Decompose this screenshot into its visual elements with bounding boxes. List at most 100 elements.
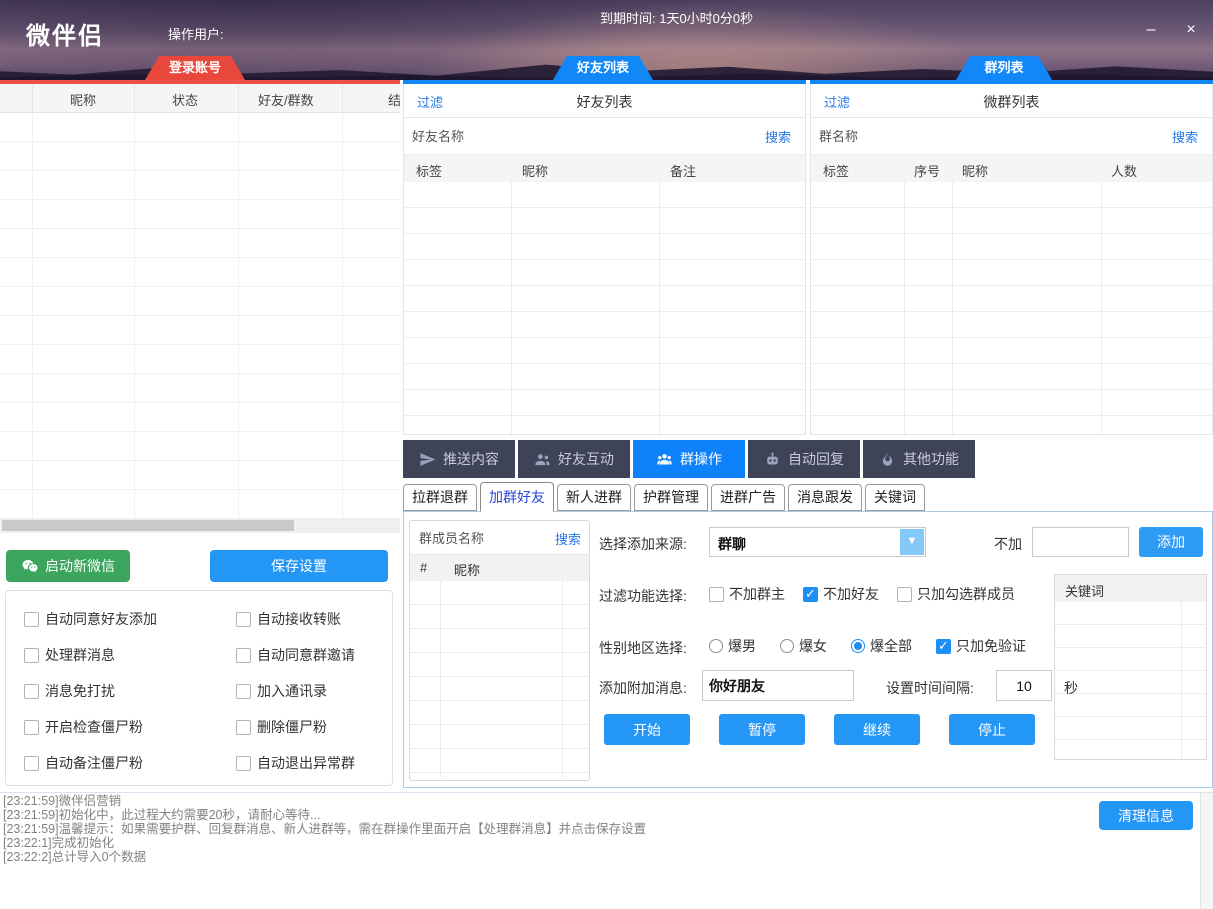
column-nickname: 昵称 xyxy=(454,560,480,579)
checkbox-icon xyxy=(936,639,951,654)
resume-button[interactable]: 继续 xyxy=(834,714,920,745)
tab-group-operation[interactable]: 群操作 xyxy=(633,440,745,478)
checkbox-icon xyxy=(236,648,251,663)
chevron-down-icon[interactable]: ▼ xyxy=(900,529,924,555)
checkbox-icon xyxy=(236,684,251,699)
radio-burst-male[interactable]: 爆男 xyxy=(709,636,756,656)
checkbox-delete-zombie-fans[interactable]: 删除僵尸粉 xyxy=(236,709,392,745)
subtab-message-follow[interactable]: 消息跟发 xyxy=(788,484,862,511)
source-dropdown[interactable]: 群聊 ▼ xyxy=(709,527,926,557)
option-only-verify-free[interactable]: 只加免验证 xyxy=(936,636,1026,656)
subtab-pull-quit-group[interactable]: 拉群退群 xyxy=(403,484,477,511)
tab-push-content[interactable]: 推送内容 xyxy=(403,440,515,478)
option-only-selected-members[interactable]: 只加勾选群成员 xyxy=(897,584,1015,604)
log-line: [23:22:1]完成初始化 xyxy=(3,836,646,850)
member-list-panel: 搜索 # 昵称 xyxy=(409,520,590,781)
log-scrollbar[interactable] xyxy=(1200,793,1213,909)
minimize-button[interactable]: – xyxy=(1138,18,1164,42)
flame-icon xyxy=(879,451,896,468)
scrollbar-thumb[interactable] xyxy=(2,520,294,531)
filter-function-label: 过滤功能选择: xyxy=(599,586,687,606)
subtab-group-guard[interactable]: 护群管理 xyxy=(634,484,708,511)
friends-search-input[interactable] xyxy=(410,123,714,149)
horizontal-scrollbar[interactable] xyxy=(0,518,400,533)
titlebar: 微伴侣 操作用户: 到期时间: 1天0小时0分0秒 – × 登录账号 好友列表 … xyxy=(0,0,1213,80)
source-value: 群聊 xyxy=(718,534,746,554)
checkbox-icon xyxy=(897,587,912,602)
send-icon xyxy=(419,451,436,468)
checkbox-icon xyxy=(236,612,251,627)
subtab-group-ads[interactable]: 进群广告 xyxy=(711,484,785,511)
friends-panel-title: 好友列表 xyxy=(404,92,805,112)
pause-button[interactable]: 暂停 xyxy=(719,714,805,745)
friends-search-button[interactable]: 搜索 xyxy=(765,127,791,146)
interval-label: 设置时间间隔: xyxy=(886,678,974,698)
checkbox-auto-receive-transfer[interactable]: 自动接收转账 xyxy=(236,601,392,637)
checkbox-auto-quit-abnormal-group[interactable]: 自动退出异常群 xyxy=(236,745,392,781)
keywords-panel: 关键词 xyxy=(1054,574,1207,760)
login-table-body xyxy=(0,113,400,518)
log-output: [23:21:59]微伴侣营销 [23:21:59]初始化中，此过程大约需要20… xyxy=(3,794,646,864)
tab-login-account[interactable]: 登录账号 xyxy=(145,56,245,80)
member-search-input[interactable] xyxy=(417,526,526,550)
log-panel: [23:21:59]微伴侣营销 [23:21:59]初始化中，此过程大约需要20… xyxy=(0,792,1213,909)
radio-burst-female[interactable]: 爆女 xyxy=(780,636,827,656)
member-search-button[interactable]: 搜索 xyxy=(555,529,581,548)
tab-other-functions[interactable]: 其他功能 xyxy=(863,440,975,478)
sub-tab-bar: 拉群退群 加群好友 新人进群 护群管理 进群广告 消息跟发 关键词 xyxy=(403,483,925,511)
groups-search-button[interactable]: 搜索 xyxy=(1172,127,1198,146)
exclude-input[interactable] xyxy=(1032,527,1129,557)
groups-table-header: 标签 序号 昵称 人数 xyxy=(811,155,1212,184)
wechat-icon xyxy=(21,557,39,575)
groups-search-input[interactable] xyxy=(817,123,1121,149)
column-end-time: 结束时间 xyxy=(388,90,400,113)
subtab-newcomer[interactable]: 新人进群 xyxy=(557,484,631,511)
column-remark: 备注 xyxy=(670,161,696,180)
clear-log-button[interactable]: 清理信息 xyxy=(1099,801,1193,830)
column-tag: 标签 xyxy=(416,161,442,180)
checkbox-icon xyxy=(24,720,39,735)
column-tag: 标签 xyxy=(823,161,849,180)
start-new-wechat-label: 启动新微信 xyxy=(45,556,115,576)
start-button[interactable]: 开始 xyxy=(604,714,690,745)
checkbox-icon xyxy=(24,612,39,627)
attach-message-input[interactable] xyxy=(702,670,854,701)
login-table-header: 昵称 状态 好友/群数 结束时间 xyxy=(0,84,400,113)
checkbox-icon xyxy=(709,587,724,602)
close-button[interactable]: × xyxy=(1178,18,1204,42)
log-line: [23:22:2]总计导入0个数据 xyxy=(3,850,646,864)
option-skip-friends[interactable]: 不加好友 xyxy=(803,584,879,604)
auto-settings-box: 自动同意好友添加 自动接收转账 处理群消息 自动同意群邀请 消息免打扰 加入通讯… xyxy=(5,590,393,786)
stop-button[interactable]: 停止 xyxy=(949,714,1035,745)
checkbox-check-zombie-fans[interactable]: 开启检查僵尸粉 xyxy=(24,709,236,745)
radio-burst-all[interactable]: 爆全部 xyxy=(851,636,912,656)
column-hash: # xyxy=(420,560,427,575)
option-skip-group-owner[interactable]: 不加群主 xyxy=(709,584,785,604)
start-new-wechat-button[interactable]: 启动新微信 xyxy=(6,550,130,582)
save-settings-button[interactable]: 保存设置 xyxy=(210,550,388,582)
checkbox-mute-messages[interactable]: 消息免打扰 xyxy=(24,673,236,709)
subtab-keywords[interactable]: 关键词 xyxy=(865,484,925,511)
radio-icon xyxy=(851,639,865,653)
checkbox-remark-zombie-fans[interactable]: 自动备注僵尸粉 xyxy=(24,745,236,781)
subtab-add-group-friends[interactable]: 加群好友 xyxy=(480,482,554,512)
checkbox-handle-group-msg[interactable]: 处理群消息 xyxy=(24,637,236,673)
tab-group-list[interactable]: 群列表 xyxy=(956,56,1052,80)
tab-friends-list[interactable]: 好友列表 xyxy=(553,56,653,80)
people-icon xyxy=(534,451,551,468)
keywords-header: 关键词 xyxy=(1065,581,1104,600)
column-status: 状态 xyxy=(172,90,198,109)
friends-table-header: 标签 昵称 备注 xyxy=(404,155,805,184)
checkbox-join-contacts[interactable]: 加入通讯录 xyxy=(236,673,392,709)
column-nickname: 昵称 xyxy=(522,161,548,180)
app-title: 微伴侣 xyxy=(26,16,104,51)
checkbox-auto-accept-friend[interactable]: 自动同意好友添加 xyxy=(24,601,236,637)
tab-friend-interaction[interactable]: 好友互动 xyxy=(518,440,630,478)
attach-message-label: 添加附加消息: xyxy=(599,678,687,698)
interval-input[interactable] xyxy=(996,670,1052,701)
tab-auto-reply[interactable]: 自动回复 xyxy=(748,440,860,478)
checkbox-auto-accept-group-invite[interactable]: 自动同意群邀请 xyxy=(236,637,392,673)
groups-table-body xyxy=(811,182,1212,434)
source-label: 选择添加来源: xyxy=(599,534,687,554)
add-keyword-button[interactable]: 添加 xyxy=(1139,527,1203,557)
